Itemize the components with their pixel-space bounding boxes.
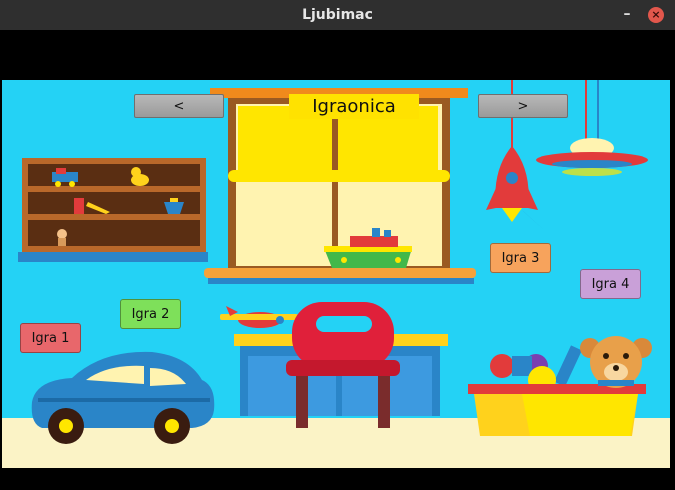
toy-shelf-icon <box>18 158 208 262</box>
prev-button[interactable]: < <box>134 94 224 118</box>
game-4-button[interactable]: Igra 4 <box>580 269 641 299</box>
teddy-bear-icon <box>580 336 652 388</box>
game-3-button[interactable]: Igra 3 <box>490 243 551 273</box>
top-black-band <box>0 30 675 80</box>
playroom-scene: < Igraonica > Igra 1 Igra 2 Igra 3 Igra … <box>2 80 670 468</box>
title-bar: Ljubimac – × <box>0 0 675 30</box>
toy-plane-icon <box>220 306 298 328</box>
next-button[interactable]: > <box>478 94 568 118</box>
game-2-button[interactable]: Igra 2 <box>120 299 181 329</box>
close-button[interactable]: × <box>648 7 664 23</box>
toy-car-icon <box>31 351 215 444</box>
minimize-button[interactable]: – <box>620 6 634 22</box>
game-1-button[interactable]: Igra 1 <box>20 323 81 353</box>
window-title: Ljubimac <box>302 7 373 23</box>
page-title: Igraonica <box>289 94 419 119</box>
app-window: Ljubimac – × < Igraonica > Igra 1 Igra 2… <box>0 0 675 490</box>
